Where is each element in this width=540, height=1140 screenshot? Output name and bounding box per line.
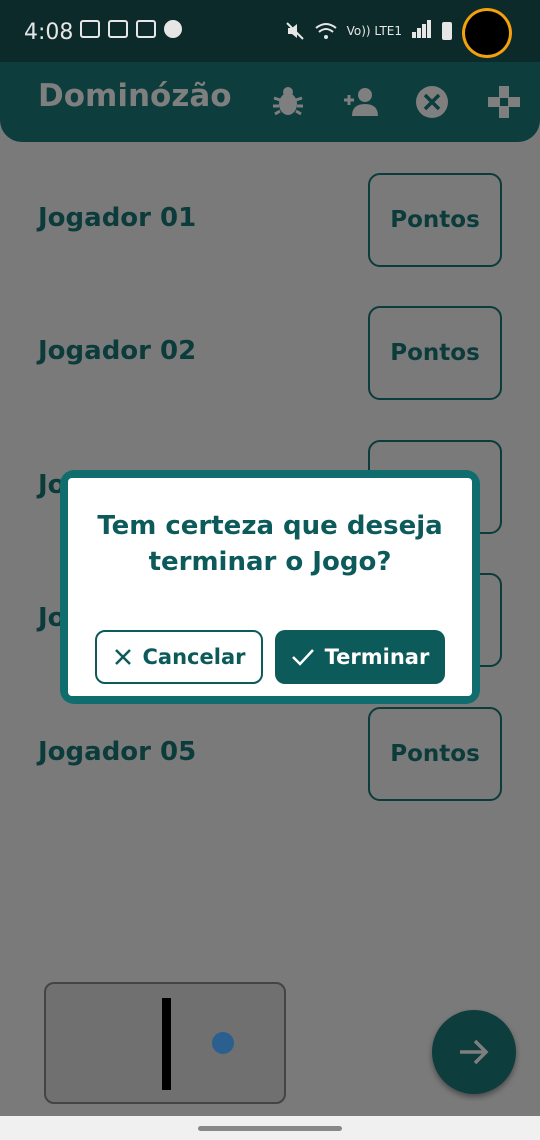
status-time: 4:08 xyxy=(24,20,74,45)
dialog-message-line1: Tem certeza que deseja xyxy=(97,511,443,541)
add-person-icon[interactable] xyxy=(342,84,378,120)
laptop-icon xyxy=(108,20,128,38)
battery-icon xyxy=(442,21,452,40)
points-button[interactable]: Pontos xyxy=(368,707,502,801)
points-button[interactable]: Pontos xyxy=(368,173,502,267)
close-icon xyxy=(114,649,131,665)
image-icon xyxy=(136,20,156,38)
cancel-label: Cancelar xyxy=(142,645,246,669)
status-bar: 4:08 Vo)) LTE1 xyxy=(0,0,540,62)
points-button[interactable]: Pontos xyxy=(368,306,502,400)
network-label: Vo)) LTE1 xyxy=(346,23,402,38)
wifi-icon xyxy=(314,22,337,39)
dialog-message: Tem certeza que deseja terminar o Jogo? xyxy=(78,508,462,580)
next-button[interactable] xyxy=(432,1010,516,1094)
app-title: Dominózão xyxy=(38,78,232,114)
dialog-message-line2: terminar o Jogo? xyxy=(148,547,392,577)
signal-icon xyxy=(412,20,432,41)
domino-tile[interactable] xyxy=(44,982,286,1104)
cancel-button[interactable]: Cancelar xyxy=(95,630,263,684)
arrow-right-icon xyxy=(460,1039,489,1065)
player-name: Jogador 02 xyxy=(38,336,197,366)
app-bar: Dominózão xyxy=(0,62,540,142)
mute-icon xyxy=(285,21,304,40)
player-row: Jogador 01 Pontos xyxy=(0,173,540,269)
confirm-button[interactable]: Terminar xyxy=(275,630,445,684)
voicemail-icon xyxy=(80,20,100,38)
confirm-dialog: Tem certeza que deseja terminar o Jogo? … xyxy=(60,470,480,704)
notification-icons xyxy=(80,20,182,38)
home-handle[interactable] xyxy=(198,1126,342,1131)
gamepad-icon[interactable] xyxy=(486,84,522,120)
bug-icon[interactable] xyxy=(270,84,306,120)
close-circle-icon[interactable] xyxy=(414,84,450,120)
camera-cutout xyxy=(462,8,512,58)
dialog-body: Tem certeza que deseja terminar o Jogo? … xyxy=(68,478,472,696)
player-row: Jogador 05 Pontos xyxy=(0,707,540,803)
navigation-bar xyxy=(0,1116,540,1140)
player-row: Jogador 02 Pontos xyxy=(0,306,540,402)
system-icons: Vo)) LTE1 xyxy=(285,20,452,41)
domino-divider xyxy=(162,998,171,1090)
domino-pip xyxy=(212,1032,234,1054)
app-notification-icon xyxy=(164,20,182,38)
player-name: Jogador 01 xyxy=(38,203,197,233)
confirm-label: Terminar xyxy=(324,645,430,669)
player-name: Jogador 05 xyxy=(38,737,197,767)
check-icon xyxy=(291,649,314,666)
